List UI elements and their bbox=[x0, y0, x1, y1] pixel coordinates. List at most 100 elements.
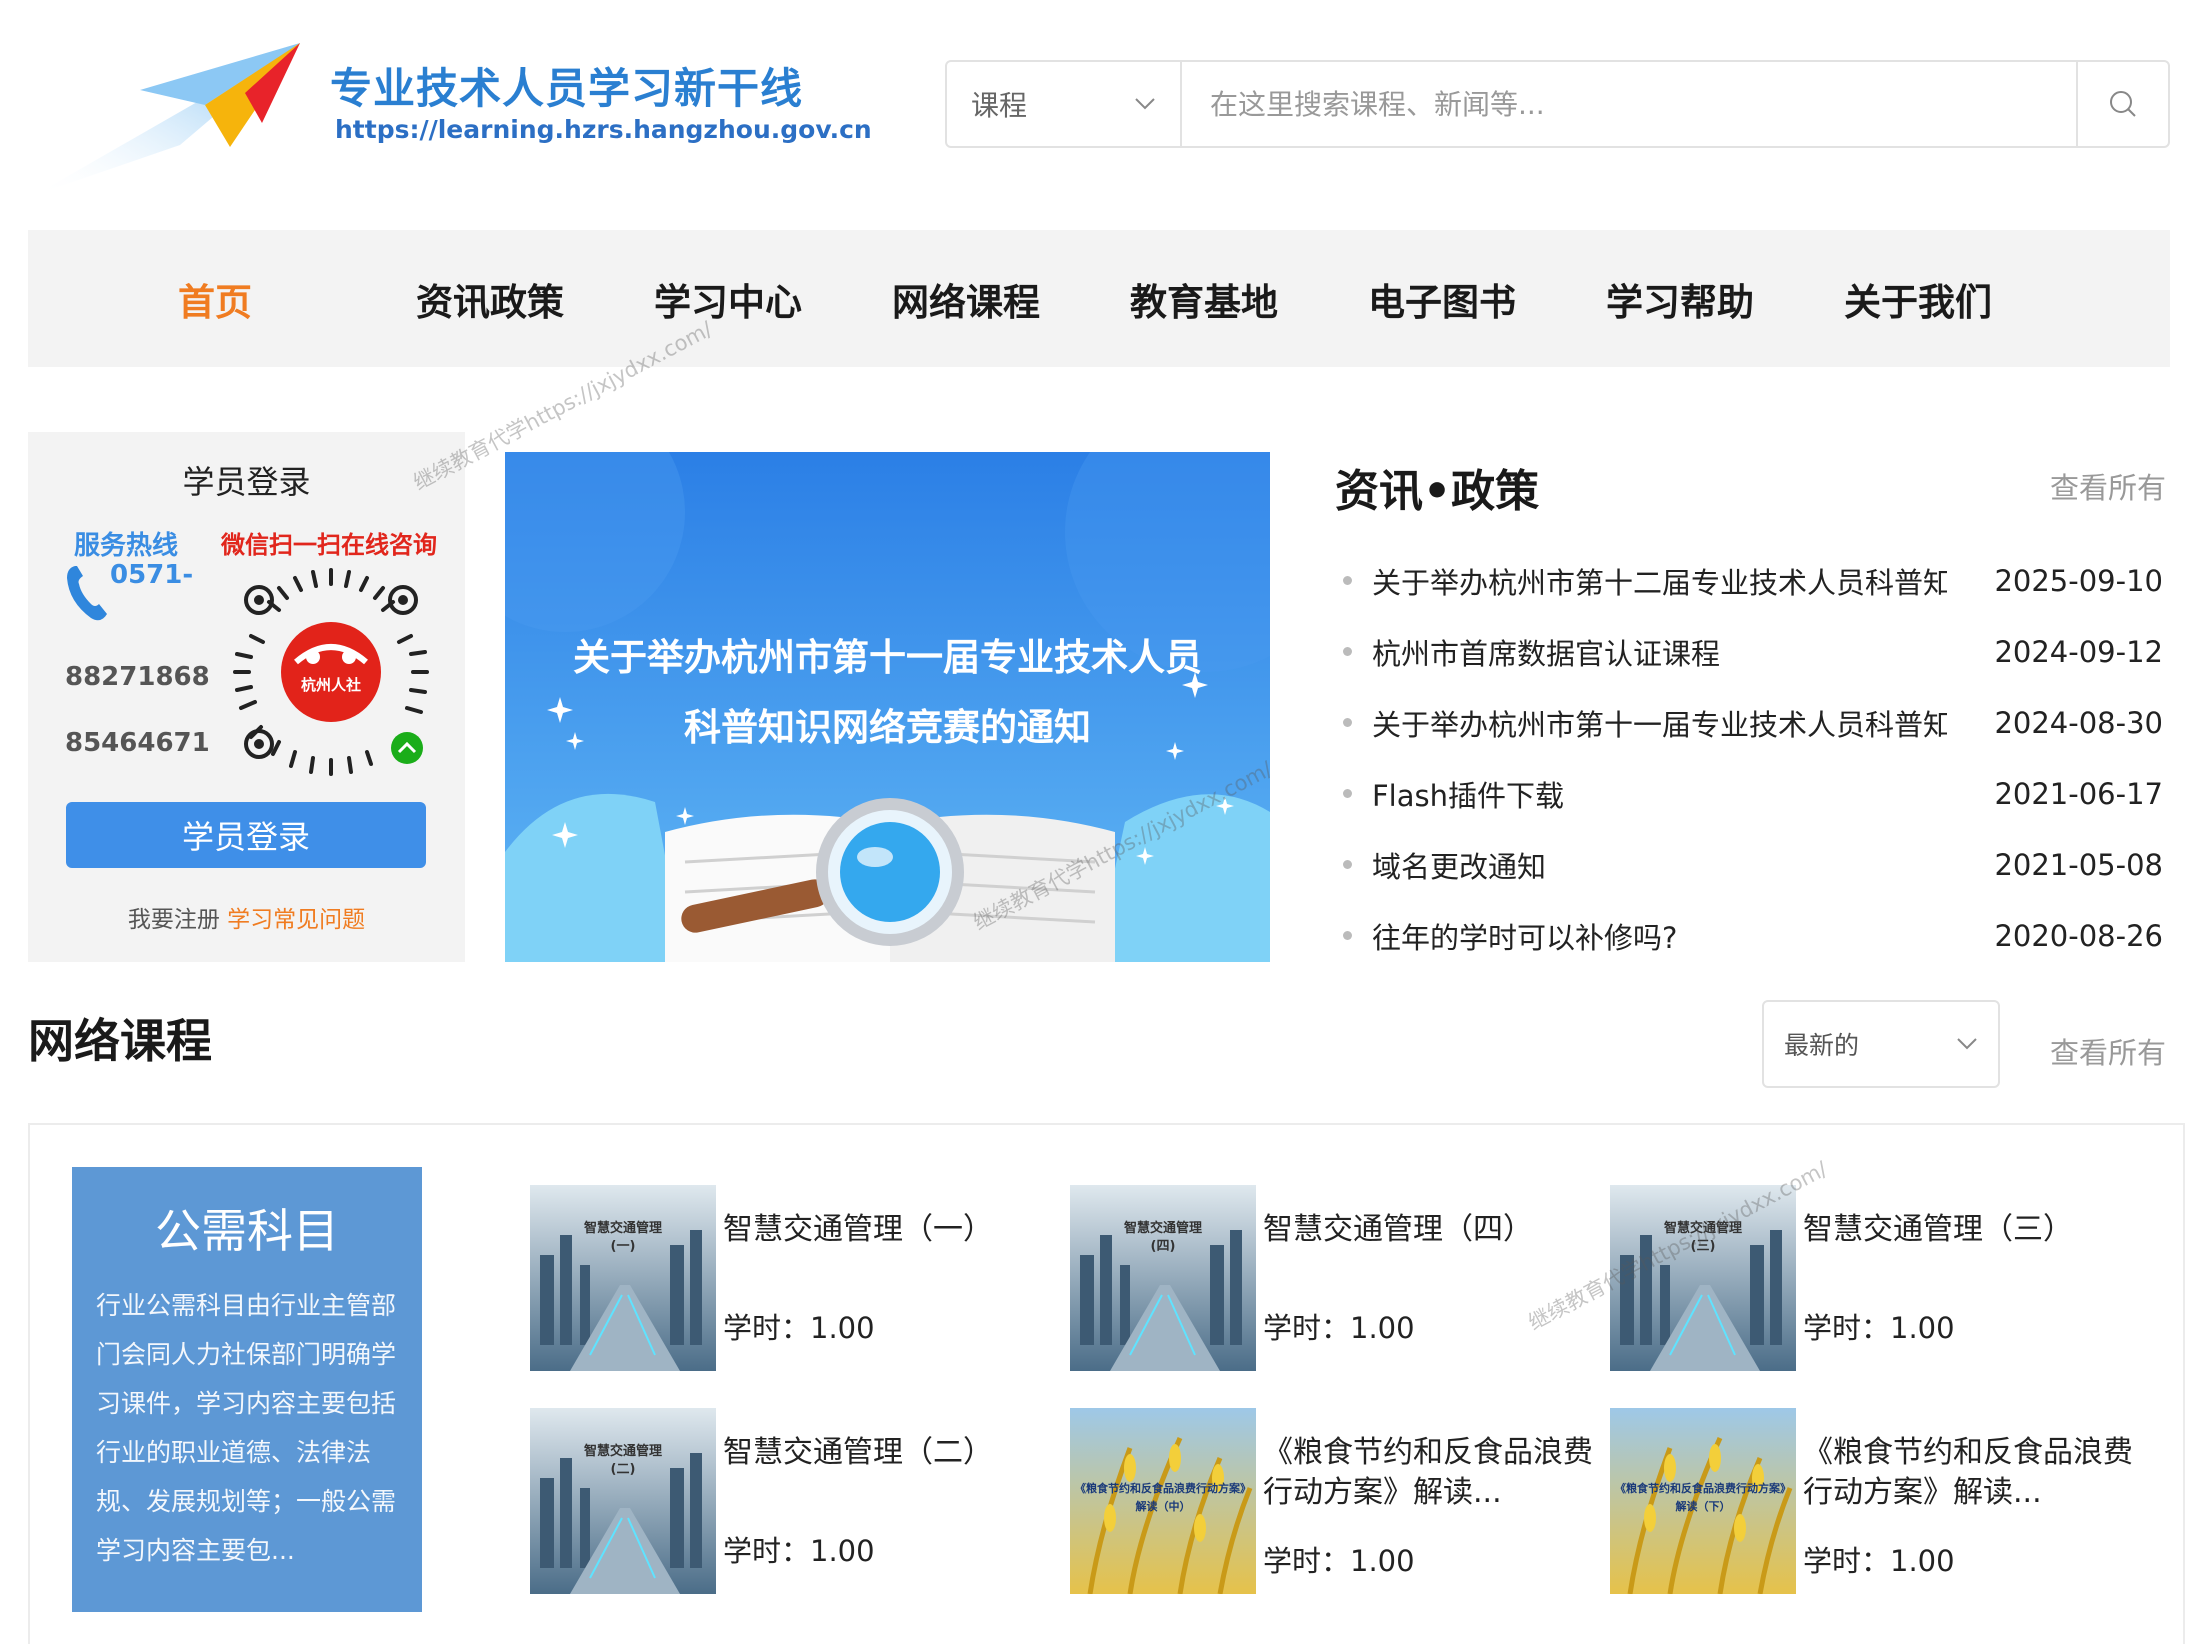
nav-item-home[interactable]: 首页 bbox=[178, 272, 416, 326]
bullet-icon bbox=[1343, 789, 1352, 798]
course-hours: 学时：1.00 bbox=[1263, 1311, 1415, 1345]
login-links: 我要注册 学习常见问题 bbox=[28, 900, 465, 934]
news-item[interactable]: 关于举办杭州市第十一届专业技术人员科普知... 2024-08-30 bbox=[1343, 687, 2163, 758]
nav-item-ebooks[interactable]: 电子图书 bbox=[1368, 272, 1606, 326]
course-thumbnail-caption: 《粮食节约和反食品浪费行动方案》 解读（中） bbox=[1075, 1482, 1251, 1513]
course-name: 智慧交通管理（一） bbox=[723, 1212, 993, 1247]
course-hours: 学时：1.00 bbox=[1263, 1544, 1415, 1578]
public-subjects-title: 公需科目 bbox=[155, 1204, 339, 1258]
banner-title-line: 关于举办杭州市第十一届专业技术人员 bbox=[573, 635, 1202, 679]
banner-carousel[interactable]: 关于举办杭州市第十一届专业技术人员 科普知识网络竞赛的通知 bbox=[505, 452, 1270, 962]
nav-item-education-base[interactable]: 教育基地 bbox=[1130, 272, 1368, 326]
news-item-date: 2020-08-26 bbox=[1994, 918, 2163, 953]
course-sort-select[interactable]: 最新的 bbox=[1762, 1000, 2000, 1088]
news-item-date: 2024-09-12 bbox=[1994, 634, 2163, 669]
course-sort-value: 最新的 bbox=[1784, 1031, 1860, 1060]
news-item-title: 域名更改通知 bbox=[1372, 849, 1547, 884]
course-card[interactable]: 智慧交通管理 (二) 智慧交通管理（二） 学时：1.00 bbox=[530, 1408, 1050, 1594]
news-item-date: 2024-08-30 bbox=[1994, 705, 2163, 740]
search-icon bbox=[2110, 91, 2136, 117]
login-title: 学员登录 bbox=[182, 463, 311, 501]
hotline-number: 88271868 bbox=[65, 662, 210, 692]
course-hours: 学时：1.00 bbox=[723, 1311, 875, 1345]
news-item[interactable]: Flash插件下载 2021-06-17 bbox=[1343, 758, 2163, 829]
hotline-number: 85464671 bbox=[65, 728, 210, 758]
course-card[interactable]: 《粮食节约和反食品浪费行动方案》 解读（中） 《粮食节约和反食品浪费行动方案》解… bbox=[1070, 1408, 1593, 1594]
nav-item-online-courses[interactable]: 网络课程 bbox=[892, 272, 1130, 326]
chevron-down-icon bbox=[1135, 98, 1155, 110]
site-logo[interactable]: 专业技术人员学习新干线 https://learning.hzrs.hangzh… bbox=[30, 35, 872, 200]
bullet-icon bbox=[1343, 647, 1352, 656]
news-item-title: 关于举办杭州市第十一届专业技术人员科普知... bbox=[1372, 707, 1947, 742]
news-section-title: 资讯•政策 bbox=[1335, 466, 1540, 517]
news-item-date: 2021-05-08 bbox=[1994, 847, 2163, 882]
phone-icon bbox=[67, 566, 107, 621]
bullet-icon bbox=[1343, 860, 1352, 869]
search-category-select[interactable]: 课程 bbox=[947, 62, 1182, 146]
faq-link[interactable]: 学习常见问题 bbox=[227, 907, 365, 933]
login-panel: 学员登录 服务热线 0571- 88271868 85464671 微信扫一扫在… bbox=[28, 432, 465, 962]
main-nav: 首页 资讯政策 学习中心 网络课程 教育基地 电子图书 学习帮助 关于我们 bbox=[28, 230, 2170, 367]
course-name: 《粮食节约和反食品浪费行动方案》解读... bbox=[1263, 1435, 1593, 1510]
news-item[interactable]: 域名更改通知 2021-05-08 bbox=[1343, 829, 2163, 900]
nav-item-about[interactable]: 关于我们 bbox=[1844, 272, 2082, 326]
course-thumbnail: 智慧交通管理 (二) bbox=[530, 1408, 716, 1594]
nav-item-help[interactable]: 学习帮助 bbox=[1606, 272, 1844, 326]
course-card[interactable]: 智慧交通管理 (四) 智慧交通管理（四） 学时：1.00 bbox=[1070, 1185, 1590, 1371]
course-card[interactable]: 智慧交通管理 (一) 智慧交通管理（一） 学时：1.00 bbox=[530, 1185, 1050, 1371]
course-thumbnail: 智慧交通管理 (三) bbox=[1610, 1185, 1796, 1371]
course-thumbnail-caption: 《粮食节约和反食品浪费行动方案》 解读（下） bbox=[1615, 1482, 1791, 1513]
chevron-down-icon bbox=[1957, 1038, 1977, 1050]
courses-view-all-link[interactable]: 查看所有 bbox=[2050, 1030, 2166, 1072]
course-thumbnail: 《粮食节约和反食品浪费行动方案》 解读（下） bbox=[1610, 1408, 1796, 1594]
hotline-label: 服务热线 bbox=[74, 531, 179, 561]
search-bar: 课程 bbox=[945, 60, 2170, 148]
register-link[interactable]: 我要注册 bbox=[128, 907, 220, 933]
wechat-label: 微信扫一扫在线咨询 bbox=[221, 531, 437, 559]
news-item[interactable]: 杭州市首席数据官认证课程 2024-09-12 bbox=[1343, 616, 2163, 687]
news-item-title: 关于举办杭州市第十二届专业技术人员科普知... bbox=[1372, 565, 1947, 600]
course-list-panel: 公需科目 行业公需科目由行业主管部门会同人力社保部门明确学习课件，学习内容主要包… bbox=[28, 1123, 2185, 1644]
course-name: 智慧交通管理（三） bbox=[1803, 1212, 2073, 1247]
public-subjects-desc: 行业公需科目由行业主管部门会同人力社保部门明确学习课件，学习内容主要包括行业的职… bbox=[96, 1291, 397, 1565]
news-item-title: 杭州市首席数据官认证课程 bbox=[1372, 636, 1721, 671]
course-thumbnail: 《粮食节约和反食品浪费行动方案》 解读（中） bbox=[1070, 1408, 1256, 1594]
nav-item-news-policy[interactable]: 资讯政策 bbox=[416, 272, 654, 326]
bullet-icon bbox=[1343, 718, 1352, 727]
site-title: 专业技术人员学习新干线 bbox=[330, 64, 804, 113]
site-url: https://learning.hzrs.hangzhou.gov.cn bbox=[335, 115, 872, 144]
news-item[interactable]: 关于举办杭州市第十二届专业技术人员科普知... 2025-09-10 bbox=[1343, 545, 2163, 616]
news-item-date: 2021-06-17 bbox=[1994, 776, 2163, 811]
course-hours: 学时：1.00 bbox=[1803, 1311, 1955, 1345]
news-view-all-link[interactable]: 查看所有 bbox=[2050, 465, 2166, 507]
nav-item-learning-center[interactable]: 学习中心 bbox=[654, 272, 892, 326]
svg-text:杭州人社: 杭州人社 bbox=[301, 676, 361, 694]
banner-title-line: 科普知识网络竞赛的通知 bbox=[684, 705, 1091, 749]
banner-title: 关于举办杭州市第十一届专业技术人员 科普知识网络竞赛的通知 bbox=[505, 622, 1270, 762]
course-card[interactable]: 智慧交通管理 (三) 智慧交通管理（三） 学时：1.00 bbox=[1610, 1185, 2130, 1371]
search-button[interactable] bbox=[2076, 62, 2168, 146]
course-thumbnail: 智慧交通管理 (一) bbox=[530, 1185, 716, 1371]
course-card[interactable]: 《粮食节约和反食品浪费行动方案》 解读（下） 《粮食节约和反食品浪费行动方案》解… bbox=[1610, 1408, 2133, 1594]
news-item-date: 2025-09-10 bbox=[1994, 563, 2163, 598]
course-thumbnail-caption: 智慧交通管理 (四) bbox=[1123, 1221, 1202, 1254]
course-name: 智慧交通管理（四） bbox=[1263, 1212, 1533, 1247]
paper-plane-logo-icon bbox=[35, 43, 300, 195]
search-category-label: 课程 bbox=[971, 89, 1028, 122]
wechat-qr-code: 杭州人社 bbox=[233, 568, 429, 776]
course-hours: 学时：1.00 bbox=[1803, 1544, 1955, 1578]
news-item-title: 往年的学时可以补修吗? bbox=[1372, 920, 1678, 955]
course-name: 智慧交通管理（二） bbox=[723, 1435, 993, 1470]
course-name: 《粮食节约和反食品浪费行动方案》解读... bbox=[1803, 1435, 2133, 1510]
hotline-prefix: 0571- bbox=[110, 560, 194, 590]
course-thumbnail: 智慧交通管理 (四) bbox=[1070, 1185, 1256, 1371]
search-input[interactable] bbox=[1182, 62, 2076, 146]
login-button[interactable]: 学员登录 bbox=[66, 802, 426, 868]
news-item-title: Flash插件下载 bbox=[1372, 778, 1564, 813]
public-subjects-card[interactable]: 公需科目 行业公需科目由行业主管部门会同人力社保部门明确学习课件，学习内容主要包… bbox=[72, 1167, 422, 1612]
course-hours: 学时：1.00 bbox=[723, 1534, 875, 1568]
news-item[interactable]: 往年的学时可以补修吗? 2020-08-26 bbox=[1343, 900, 2163, 971]
courses-section-title: 网络课程 bbox=[28, 1014, 212, 1068]
course-thumbnail-caption: 智慧交通管理 (二) bbox=[583, 1444, 662, 1477]
bullet-icon bbox=[1343, 576, 1352, 585]
